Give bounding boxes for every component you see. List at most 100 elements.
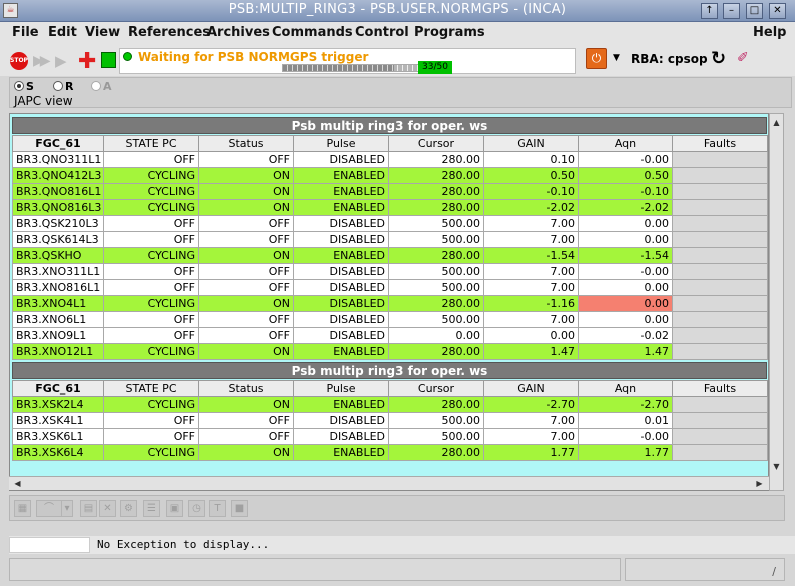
aqn-cell[interactable]: 0.00 — [578, 215, 673, 232]
table-row[interactable]: BR3.XNO9L1 OFF OFF DISABLED 0.00 0.00 -0.02 — [12, 327, 768, 344]
device-name-cell[interactable]: BR3.XSK2L4 — [12, 396, 104, 413]
pulse-cell[interactable]: ENABLED — [293, 247, 389, 264]
aqn-cell[interactable]: 0.00 — [578, 279, 673, 296]
status-cell[interactable]: OFF — [198, 412, 294, 429]
device-name-cell[interactable]: BR3.XNO311L1 — [12, 263, 104, 280]
state-pc-cell[interactable]: OFF — [103, 151, 199, 168]
pulse-cell[interactable]: DISABLED — [293, 311, 389, 328]
scroll-up-icon[interactable]: ▲ — [770, 116, 783, 129]
state-pc-cell[interactable]: OFF — [103, 428, 199, 445]
column-header[interactable]: Status — [198, 380, 294, 397]
vertical-scrollbar[interactable]: ▲ ▼ — [769, 113, 784, 491]
fast-forward-icon[interactable]: ▶▶ — [33, 53, 50, 69]
scroll-left-icon[interactable]: ◀ — [11, 477, 24, 490]
column-header[interactable]: STATE PC — [103, 135, 199, 152]
curve-icon[interactable]: ⌒ — [36, 500, 62, 517]
state-pc-cell[interactable]: OFF — [103, 327, 199, 344]
faults-cell[interactable] — [672, 199, 768, 216]
menu-view[interactable]: View — [85, 25, 120, 40]
cursor-cell[interactable]: 0.00 — [388, 327, 484, 344]
ppm-icon[interactable]: ▤ — [80, 500, 97, 517]
status-cell[interactable]: OFF — [198, 311, 294, 328]
aqn-cell[interactable]: 0.01 — [578, 412, 673, 429]
list-icon[interactable]: ☰ — [143, 500, 160, 517]
device-name-cell[interactable]: BR3.XNO816L1 — [12, 279, 104, 296]
menu-file[interactable]: File — [12, 25, 39, 40]
cursor-cell[interactable]: 280.00 — [388, 183, 484, 200]
faults-cell[interactable] — [672, 279, 768, 296]
status-cell[interactable]: OFF — [198, 231, 294, 248]
pulse-cell[interactable]: DISABLED — [293, 231, 389, 248]
column-header[interactable]: GAIN — [483, 135, 579, 152]
state-pc-cell[interactable]: OFF — [103, 311, 199, 328]
faults-cell[interactable] — [672, 295, 768, 312]
faults-cell[interactable] — [672, 183, 768, 200]
menu-references[interactable]: References — [128, 25, 210, 40]
faults-cell[interactable] — [672, 263, 768, 280]
window-close-icon[interactable]: ✕ — [769, 3, 786, 19]
status-cell[interactable]: ON — [198, 444, 294, 461]
aqn-cell[interactable]: 1.47 — [578, 343, 673, 360]
device-name-cell[interactable]: BR3.QNO816L1 — [12, 183, 104, 200]
cursor-cell[interactable]: 280.00 — [388, 151, 484, 168]
device-name-cell[interactable]: BR3.XNO9L1 — [12, 327, 104, 344]
pulse-cell[interactable]: DISABLED — [293, 295, 389, 312]
gain-cell[interactable]: -2.70 — [483, 396, 579, 413]
text-icon[interactable]: T — [209, 500, 226, 517]
status-cell[interactable]: OFF — [198, 215, 294, 232]
menu-commands[interactable]: Commands — [272, 25, 353, 40]
cursor-cell[interactable]: 280.00 — [388, 396, 484, 413]
green-status-icon[interactable] — [101, 52, 116, 68]
gain-cell[interactable]: 7.00 — [483, 279, 579, 296]
clock-icon[interactable]: ◷ — [188, 500, 205, 517]
aqn-cell[interactable]: -1.54 — [578, 247, 673, 264]
table-row[interactable]: BR3.XSK6L1 OFF OFF DISABLED 500.00 7.00 -0.00 — [12, 428, 768, 445]
aqn-cell[interactable]: -0.00 — [578, 151, 673, 168]
gear-icon[interactable]: ⚙ — [120, 500, 137, 517]
pulse-cell[interactable]: ENABLED — [293, 183, 389, 200]
gain-cell[interactable]: 7.00 — [483, 428, 579, 445]
aqn-cell[interactable]: -0.00 — [578, 428, 673, 445]
menu-control[interactable]: Control — [355, 25, 409, 40]
status-cell[interactable]: OFF — [198, 151, 294, 168]
menu-edit[interactable]: Edit — [48, 25, 77, 40]
cursor-cell[interactable]: 500.00 — [388, 215, 484, 232]
gain-cell[interactable]: 7.00 — [483, 263, 579, 280]
device-name-cell[interactable]: BR3.XNO6L1 — [12, 311, 104, 328]
state-pc-cell[interactable]: CYCLING — [103, 295, 199, 312]
column-header[interactable]: GAIN — [483, 380, 579, 397]
cursor-cell[interactable]: 280.00 — [388, 444, 484, 461]
state-pc-cell[interactable]: OFF — [103, 215, 199, 232]
window-minimize-icon[interactable]: – — [723, 3, 740, 19]
select-icon[interactable]: ▦ — [14, 500, 31, 517]
aqn-cell[interactable]: -0.10 — [578, 183, 673, 200]
faults-cell[interactable] — [672, 311, 768, 328]
state-pc-cell[interactable]: CYCLING — [103, 247, 199, 264]
device-name-cell[interactable]: BR3.QSKHO — [12, 247, 104, 264]
aqn-cell[interactable]: 1.77 — [578, 444, 673, 461]
scroll-right-icon[interactable]: ▶ — [753, 477, 766, 490]
state-pc-cell[interactable]: CYCLING — [103, 343, 199, 360]
stop-icon[interactable]: STOP — [10, 52, 28, 70]
grid-icon[interactable]: ▣ — [166, 500, 183, 517]
column-header[interactable]: FGC_61 — [12, 380, 104, 397]
table-row[interactable]: BR3.QSK210L3 OFF OFF DISABLED 500.00 7.00 0.00 — [12, 215, 768, 232]
table-row[interactable]: BR3.XNO12L1 CYCLING ON ENABLED 280.00 1.47 1.4… — [12, 343, 768, 360]
pulse-cell[interactable]: DISABLED — [293, 215, 389, 232]
pulse-cell[interactable]: ENABLED — [293, 167, 389, 184]
aqn-cell[interactable]: -2.70 — [578, 396, 673, 413]
aqn-cell[interactable]: 0.50 — [578, 167, 673, 184]
chevron-down-icon[interactable]: ▾ — [61, 500, 73, 517]
menu-programs[interactable]: Programs — [414, 25, 485, 40]
column-header[interactable]: Status — [198, 135, 294, 152]
column-header[interactable]: Cursor — [388, 135, 484, 152]
faults-cell[interactable] — [672, 151, 768, 168]
state-pc-cell[interactable]: CYCLING — [103, 183, 199, 200]
state-pc-cell[interactable]: CYCLING — [103, 167, 199, 184]
pulse-cell[interactable]: DISABLED — [293, 412, 389, 429]
menu-help[interactable]: Help — [753, 25, 786, 40]
device-name-cell[interactable]: BR3.XSK4L1 — [12, 412, 104, 429]
table-row[interactable]: BR3.XSK6L4 CYCLING ON ENABLED 280.00 1.77 1.77 — [12, 444, 768, 461]
table-row[interactable]: BR3.XNO311L1 OFF OFF DISABLED 500.00 7.00 -0.0… — [12, 263, 768, 280]
gain-cell[interactable]: 1.47 — [483, 343, 579, 360]
